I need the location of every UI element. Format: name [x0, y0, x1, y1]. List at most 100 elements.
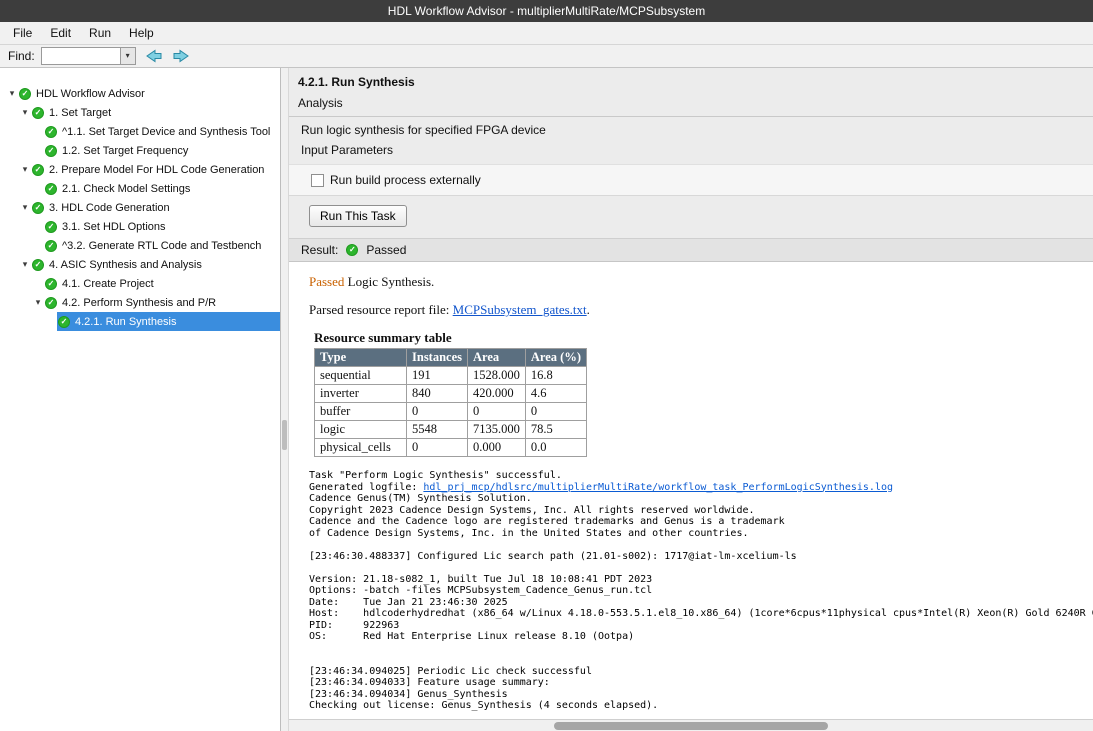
tree-item[interactable]: ▾✓1. Set Target	[0, 103, 280, 122]
run-externally-row: Run build process externally	[289, 164, 1093, 196]
tree-indent	[0, 255, 19, 274]
tree-expander-icon[interactable]: ▾	[19, 255, 31, 274]
tree-item-row[interactable]: ✓2. Prepare Model For HDL Code Generatio…	[31, 160, 280, 179]
log-line: Host: hdlcoderhydredhat (x86_64 w/Linux …	[309, 608, 1093, 620]
horizontal-scrollbar[interactable]	[289, 719, 1093, 731]
tree-item[interactable]: ✓2.1. Check Model Settings	[0, 179, 280, 198]
tree-item[interactable]: ▾✓4. ASIC Synthesis and Analysis	[0, 255, 280, 274]
resource-table-header: Area	[468, 349, 526, 367]
resource-table-cell: 4.6	[525, 385, 586, 403]
panel-splitter[interactable]	[281, 68, 289, 731]
resource-table-cell: 1528.000	[468, 367, 526, 385]
tree-expander-icon[interactable]: ▾	[19, 198, 31, 217]
tree-indent	[0, 274, 32, 293]
log-line: Copyright 2023 Cadence Design Systems, I…	[309, 505, 1093, 517]
tree-item-row[interactable]: ✓4.1. Create Project	[44, 274, 280, 293]
tree-indent	[0, 141, 32, 160]
tree-indent	[0, 293, 32, 312]
resource-table-header: Instances	[407, 349, 468, 367]
resource-table-cell: 0	[525, 403, 586, 421]
tree-item[interactable]: ✓1.2. Set Target Frequency	[0, 141, 280, 160]
passed-check-icon: ✓	[19, 88, 31, 100]
menu-run[interactable]: Run	[80, 22, 120, 44]
tree-indent	[0, 179, 32, 198]
tree-item-row[interactable]: ✓4.2. Perform Synthesis and P/R	[44, 293, 280, 312]
find-toolbar: Find: ▾	[0, 45, 1093, 68]
log-line: PID: 922963	[309, 620, 1093, 632]
tree-expander-icon[interactable]: ▾	[19, 103, 31, 122]
tree-item-label: 3.1. Set HDL Options	[62, 221, 166, 233]
find-next-icon[interactable]	[172, 49, 190, 63]
resource-table-caption: Resource summary table	[314, 330, 1093, 346]
horizontal-scrollbar-thumb[interactable]	[554, 722, 827, 730]
tree-expander-icon[interactable]: ▾	[19, 160, 31, 179]
result-label: Result:	[301, 243, 338, 257]
passed-check-icon: ✓	[45, 183, 57, 195]
find-input[interactable]	[41, 47, 121, 65]
resource-table-cell: 191	[407, 367, 468, 385]
parsed-report-suffix: .	[587, 302, 590, 317]
passed-check-icon: ✓	[32, 259, 44, 271]
tree-item[interactable]: ✓^1.1. Set Target Device and Synthesis T…	[0, 122, 280, 141]
tree-item-row[interactable]: ✓1.2. Set Target Frequency	[44, 141, 280, 160]
passed-check-icon: ✓	[45, 145, 57, 157]
find-dropdown-button[interactable]: ▾	[121, 47, 136, 65]
log-line: [23:46:34.094025] Periodic Lic check suc…	[309, 666, 1093, 678]
log-line: Cadence Genus(TM) Synthesis Solution.	[309, 493, 1093, 505]
tree-item-label: 1. Set Target	[49, 107, 111, 119]
run-externally-checkbox[interactable]	[311, 174, 324, 187]
tree-item[interactable]: ▾✓2. Prepare Model For HDL Code Generati…	[0, 160, 280, 179]
tree-item-label: 4.2. Perform Synthesis and P/R	[62, 297, 216, 309]
tree-item[interactable]: ▾✓4.2. Perform Synthesis and P/R	[0, 293, 280, 312]
task-panel: 4.2.1. Run Synthesis Analysis Run logic …	[289, 68, 1093, 731]
tree-expander-icon[interactable]: ▾	[32, 293, 44, 312]
tree-item[interactable]: ▾✓HDL Workflow Advisor	[0, 84, 280, 103]
run-this-task-button[interactable]: Run This Task	[309, 205, 407, 227]
tree-item-row[interactable]: ✓3. HDL Code Generation	[31, 198, 280, 217]
tree-item-selected[interactable]: ✓4.2.1. Run Synthesis	[57, 312, 280, 331]
tree-item-row[interactable]: ✓1. Set Target	[31, 103, 280, 122]
tree-indent	[0, 160, 19, 179]
resource-table-row: sequential1911528.00016.8	[315, 367, 587, 385]
tree-item[interactable]: ▾✓3. HDL Code Generation	[0, 198, 280, 217]
log-logfile-line: Generated logfile: hdl_prj_mcp/hdlsrc/mu…	[309, 482, 1093, 494]
resource-table-cell: 0.0	[525, 439, 586, 457]
passed-check-icon: ✓	[32, 164, 44, 176]
logfile-link[interactable]: hdl_prj_mcp/hdlsrc/multiplierMultiRate/w…	[423, 482, 893, 493]
task-title: 4.2.1. Run Synthesis	[298, 75, 1084, 89]
tree-item[interactable]: ✓4.2.1. Run Synthesis	[0, 312, 280, 331]
tree-expander-icon[interactable]: ▾	[6, 84, 18, 103]
tree-item[interactable]: ✓^3.2. Generate RTL Code and Testbench	[0, 236, 280, 255]
tree-item-row[interactable]: ✓ 3.1. Set HDL Options	[44, 217, 280, 236]
resource-table-cell: 5548	[407, 421, 468, 439]
splitter-grip-icon[interactable]	[282, 420, 287, 450]
resource-table-cell: inverter	[315, 385, 407, 403]
resource-table-header: Type	[315, 349, 407, 367]
log-line: [23:46:34.094034] Genus_Synthesis	[309, 689, 1093, 701]
find-previous-icon[interactable]	[145, 49, 163, 63]
tree-item-row[interactable]: ✓^3.2. Generate RTL Code and Testbench	[44, 236, 280, 255]
workflow-tree: ▾✓HDL Workflow Advisor▾✓1. Set Target✓^1…	[0, 68, 281, 731]
tree-item[interactable]: ✓4.1. Create Project	[0, 274, 280, 293]
tree-item-row[interactable]: ✓^1.1. Set Target Device and Synthesis T…	[44, 122, 280, 141]
menu-file[interactable]: File	[4, 22, 41, 44]
passed-check-icon: ✓	[45, 221, 57, 233]
report-area: Passed Logic Synthesis. Parsed resource …	[289, 262, 1093, 719]
tree-item-row[interactable]: ✓HDL Workflow Advisor	[18, 84, 280, 103]
tree-item-row[interactable]: ✓4. ASIC Synthesis and Analysis	[31, 255, 280, 274]
resource-table-cell: buffer	[315, 403, 407, 421]
gates-report-link[interactable]: MCPSubsystem_gates.txt	[453, 302, 587, 317]
log-line: of Cadence Design Systems, Inc. in the U…	[309, 528, 1093, 540]
passed-check-icon: ✓	[45, 278, 57, 290]
run-externally-label: Run build process externally	[330, 173, 481, 187]
menu-edit[interactable]: Edit	[41, 22, 80, 44]
resource-table-cell: 840	[407, 385, 468, 403]
tree-indent	[0, 103, 19, 122]
report-passed-rest: Logic Synthesis.	[344, 274, 434, 289]
menu-help[interactable]: Help	[120, 22, 163, 44]
tree-item-row[interactable]: ✓2.1. Check Model Settings	[44, 179, 280, 198]
tree-item[interactable]: ✓ 3.1. Set HDL Options	[0, 217, 280, 236]
log-line	[309, 643, 1093, 655]
passed-check-icon: ✓	[45, 240, 57, 252]
resource-table-cell: 0	[407, 403, 468, 421]
